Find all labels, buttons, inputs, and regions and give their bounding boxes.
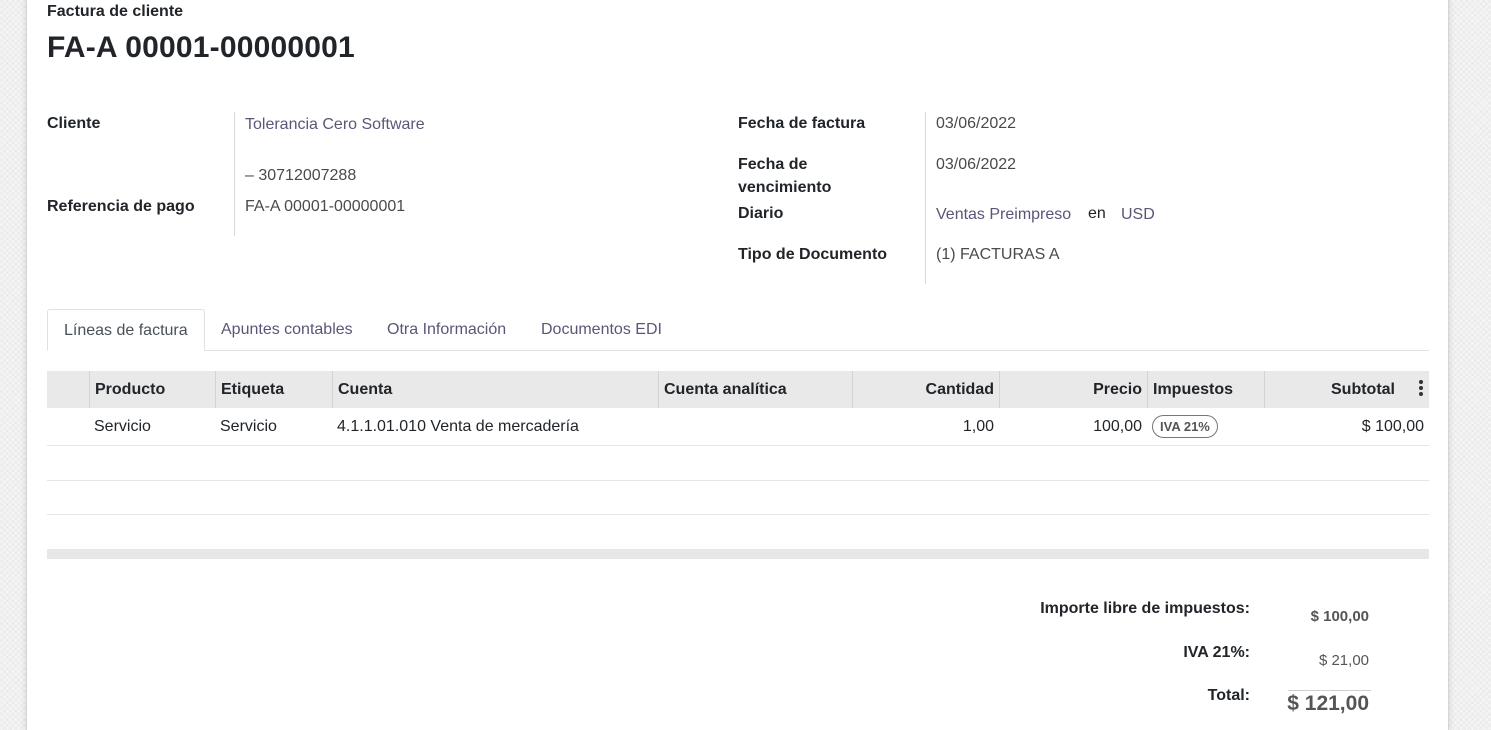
cliente-vat: – 30712007288 (245, 167, 357, 184)
empty-row-divider (47, 480, 1429, 481)
row-divider (47, 445, 1429, 446)
total-label: Total: (1207, 687, 1250, 704)
tax-badge: IVA 21% (1152, 415, 1218, 439)
diario-currency-link[interactable]: USD (1121, 206, 1155, 224)
cliente-label: Cliente (47, 115, 101, 132)
optional-columns-kebab-icon[interactable] (1419, 380, 1423, 398)
empty-row-divider (47, 514, 1429, 515)
fecha-vencimiento-value: 03/06/2022 (936, 156, 1017, 173)
table-header: Producto Etiqueta Cuenta Cuenta analític… (47, 371, 1429, 408)
total-value: $ 121,00 (1287, 692, 1369, 715)
tab-lineas-factura[interactable]: Líneas de factura (47, 309, 205, 351)
untaxed-amount-label: Importe libre de impuestos: (1040, 600, 1250, 617)
cell-cuenta-analitica[interactable] (658, 408, 852, 445)
column-header-cuenta-analitica[interactable]: Cuenta analítica (658, 371, 852, 408)
tax-amount-label: IVA 21%: (1183, 644, 1250, 661)
fecha-factura-label: Fecha de factura (738, 115, 866, 132)
cell-producto[interactable]: Servicio (89, 408, 215, 445)
fecha-factura-value: 03/06/2022 (936, 115, 1017, 132)
untaxed-amount-value: $ 100,00 (1310, 608, 1369, 625)
cell-impuestos[interactable]: IVA 21% (1147, 408, 1264, 445)
fecha-vencimiento-label: Fecha de vencimiento (738, 156, 832, 196)
column-header-subtotal[interactable]: Subtotal (1264, 371, 1429, 408)
tipo-documento-label: Tipo de Documento (738, 246, 888, 263)
column-header-cantidad[interactable]: Cantidad (852, 371, 999, 408)
tab-otra-informacion[interactable]: Otra Información (371, 309, 522, 351)
cliente-link[interactable]: Tolerancia Cero Software (245, 116, 425, 134)
invoice-number-title: FA-A 00001-00000001 (47, 31, 355, 64)
column-header-impuestos[interactable]: Impuestos (1147, 371, 1264, 408)
row-handle-header (47, 371, 89, 408)
diario-en-text: en (1088, 205, 1106, 222)
cell-precio[interactable]: 100,00 (999, 408, 1147, 445)
column-header-etiqueta[interactable]: Etiqueta (215, 371, 332, 408)
tax-amount-value: $ 21,00 (1318, 652, 1369, 669)
tab-apuntes-contables[interactable]: Apuntes contables (205, 309, 369, 351)
document-type-label: Factura de cliente (47, 3, 184, 20)
column-header-cuenta[interactable]: Cuenta (332, 371, 658, 408)
cell-subtotal[interactable]: $ 100,00 (1264, 408, 1429, 445)
cell-cantidad[interactable]: 1,00 (852, 408, 999, 445)
column-header-producto[interactable]: Producto (89, 371, 215, 408)
column-header-precio[interactable]: Precio (999, 371, 1147, 408)
referencia-pago-value: FA-A 00001-00000001 (245, 198, 406, 215)
diario-link[interactable]: Ventas Preimpreso (936, 206, 1071, 224)
diario-label: Diario (738, 205, 784, 222)
tab-documentos-edi[interactable]: Documentos EDI (525, 309, 678, 351)
cell-cuenta[interactable]: 4.1.1.01.010 Venta de mercadería (332, 408, 658, 445)
right-group-separator (925, 112, 926, 284)
total-separator (1288, 690, 1371, 691)
tipo-documento-value: (1) FACTURAS A (936, 246, 1060, 263)
left-group-separator (234, 112, 235, 236)
referencia-pago-label: Referencia de pago (47, 198, 195, 215)
table-horizontal-scrollbar[interactable] (47, 549, 1429, 559)
invoice-form-sheet: Factura de cliente FA-A 00001-00000001 C… (26, 0, 1449, 730)
cell-etiqueta[interactable]: Servicio (215, 408, 332, 445)
